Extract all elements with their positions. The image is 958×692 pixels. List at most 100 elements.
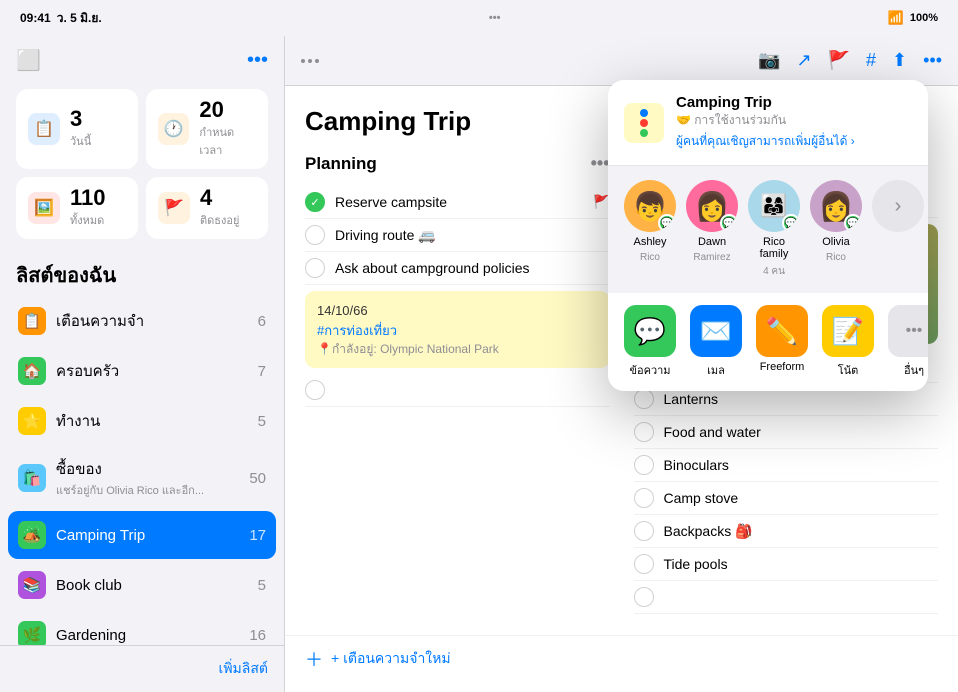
note-footer: ＋ + เตือนความจำใหม่ bbox=[285, 635, 958, 692]
app-label-mail: เมล bbox=[707, 361, 725, 379]
app-mail[interactable]: ✉️ เมล bbox=[690, 305, 742, 379]
sidebar-footer: เพิ่มลิสต์ bbox=[0, 645, 284, 692]
add-reminder-text[interactable]: + เตือนความจำใหม่ bbox=[331, 648, 451, 670]
note-card-location: 📍กำลังอยู่: Olympic National Park bbox=[317, 340, 598, 358]
checkbox-camp-stove[interactable] bbox=[634, 488, 654, 508]
checklist-text-lanterns: Lanterns bbox=[664, 391, 939, 407]
stat-all-icon: 🖼️ bbox=[28, 192, 60, 224]
app-notes[interactable]: 📝 โน้ต bbox=[822, 305, 874, 379]
stat-flagged[interactable]: 🚩 4 ติดธงอยู่ bbox=[146, 177, 268, 239]
list-count-work: 5 bbox=[258, 413, 266, 430]
avatar-more[interactable]: › bbox=[872, 180, 924, 279]
avatar-badge-dawn: 💬 bbox=[720, 214, 738, 232]
note-card-hashtag: #การท่องเที่ยว bbox=[317, 321, 598, 341]
list-count-gardening: 16 bbox=[249, 627, 266, 644]
checkbox-tidepools[interactable] bbox=[634, 554, 654, 574]
add-reminder-icon[interactable]: ＋ bbox=[305, 646, 323, 672]
checklist-text-backpacks: Backpacks 🎒 bbox=[664, 523, 939, 540]
checklist-text-tidepools: Tide pools bbox=[664, 556, 939, 572]
camera-icon[interactable]: 📷 bbox=[758, 50, 780, 71]
app-label-notes: โน้ต bbox=[838, 361, 859, 379]
list-count-camping: 17 bbox=[249, 527, 266, 544]
list-count-shopping: 50 bbox=[249, 470, 266, 487]
planning-item-0: ✓ Reserve campsite 🚩 bbox=[305, 186, 610, 219]
list-icon-family: 🏠 bbox=[18, 357, 46, 385]
avatar-olivia[interactable]: 👩 💬 Olivia Rico bbox=[810, 180, 862, 279]
checkbox-driving[interactable] bbox=[305, 225, 325, 245]
packing-item-4: Binoculars bbox=[634, 449, 939, 482]
checkbox-add[interactable] bbox=[634, 587, 654, 607]
avatar-name-olivia: Olivia bbox=[822, 236, 850, 248]
list-item-gardening[interactable]: 🌿 Gardening 16 bbox=[8, 611, 276, 645]
checklist-text-reserve: Reserve campsite bbox=[335, 194, 583, 210]
list-label-work: ทำงาน bbox=[56, 409, 258, 433]
checkbox-food[interactable] bbox=[634, 422, 654, 442]
app-label-messages: ข้อความ bbox=[629, 361, 670, 379]
checklist-text-food: Food and water bbox=[664, 424, 939, 440]
checklist-text-campground: Ask about campground policies bbox=[335, 260, 610, 276]
sidebar-toggle-icon[interactable]: ⬜ bbox=[16, 48, 41, 73]
sidebar-header: ⬜ ••• bbox=[0, 36, 284, 81]
list-item-work[interactable]: ⭐ ทำงาน 5 bbox=[8, 397, 276, 445]
checkbox-backpacks[interactable] bbox=[634, 521, 654, 541]
list-label-shopping: ซื้อของ bbox=[56, 457, 249, 481]
battery-label: 100% bbox=[910, 12, 938, 24]
app-messages[interactable]: 💬 ข้อความ bbox=[624, 305, 676, 379]
app-icon-mail: ✉️ bbox=[690, 305, 742, 357]
app-more[interactable]: ••• อื่นๆ bbox=[888, 305, 928, 379]
list-item-shopping[interactable]: 🛍️ ซื้อของ แชร์อยู่กับ Olivia Rico และอี… bbox=[8, 447, 276, 509]
list-item-family[interactable]: 🏠 ครอบครัว 7 bbox=[8, 347, 276, 395]
share-icon[interactable]: ⬆ bbox=[892, 50, 907, 71]
stat-scheduled[interactable]: 🕐 20 กำหนดเวลา bbox=[146, 89, 268, 169]
app-icon-more: ••• bbox=[888, 305, 928, 357]
planning-header: Planning ••• bbox=[305, 153, 610, 174]
location-icon[interactable]: ↗ bbox=[796, 50, 811, 71]
avatar-name-ricofamily: Rico family bbox=[748, 236, 800, 260]
my-lists-title: ลิสต์ของฉัน bbox=[0, 247, 284, 297]
more-options-icon[interactable]: ••• bbox=[923, 50, 942, 71]
avatar-dawn[interactable]: 👩 💬 Dawn Ramirez bbox=[686, 180, 738, 279]
list-label-camping: Camping Trip bbox=[56, 527, 249, 544]
avatar-circle-olivia: 👩 💬 bbox=[810, 180, 862, 232]
checklist-text-driving: Driving route 🚐 bbox=[335, 227, 610, 244]
status-center: ••• bbox=[489, 12, 501, 24]
avatar-ricofamily[interactable]: 👨‍👩‍👧 💬 Rico family 4 คน bbox=[748, 180, 800, 279]
planning-more-icon[interactable]: ••• bbox=[591, 153, 610, 174]
flag-icon[interactable]: 🚩 bbox=[828, 50, 850, 71]
share-note-info: Camping Trip 🤝 การใช้งานร่วมกัน ผู้คนที่… bbox=[676, 94, 912, 151]
stat-all-number: 110 bbox=[70, 187, 106, 209]
stat-today-icon: 📋 bbox=[28, 113, 60, 145]
toolbar-right: 📷 ↗ 🚩 # ⬆ ••• bbox=[758, 50, 942, 71]
stat-today[interactable]: 📋 3 วันนี้ bbox=[16, 89, 138, 169]
add-list-button[interactable]: เพิ่มลิสต์ bbox=[219, 658, 268, 680]
hashtag-icon[interactable]: # bbox=[866, 50, 876, 71]
checkbox-reserve[interactable]: ✓ bbox=[305, 192, 325, 212]
share-collab-link[interactable]: ผู้คนที่คุณเชิญสามารถเพิ่มผู้อื่นได้ › bbox=[676, 132, 912, 151]
list-label-reminders: เตือนความจำ bbox=[56, 309, 258, 333]
avatar-badge-olivia: 💬 bbox=[844, 214, 862, 232]
avatar-subname-ricofamily: 4 คน bbox=[763, 264, 785, 279]
list-item-camping[interactable]: 🏕️ Camping Trip 17 bbox=[8, 511, 276, 559]
app-icon-messages: 💬 bbox=[624, 305, 676, 357]
checkbox-binoculars[interactable] bbox=[634, 455, 654, 475]
status-right: 📶 100% bbox=[888, 10, 938, 26]
list-label-shopping-container: ซื้อของ แชร์อยู่กับ Olivia Rico และอีก..… bbox=[56, 457, 249, 499]
sidebar-more-icon[interactable]: ••• bbox=[247, 49, 268, 72]
checkbox-lanterns[interactable] bbox=[634, 389, 654, 409]
checkbox-extra[interactable] bbox=[305, 380, 325, 400]
planning-column: Planning ••• ✓ Reserve campsite 🚩 Drivin… bbox=[305, 153, 610, 614]
app-freeform[interactable]: ✏️ Freeform bbox=[756, 305, 808, 379]
stat-scheduled-icon: 🕐 bbox=[158, 113, 189, 145]
share-header: Camping Trip 🤝 การใช้งานร่วมกัน ผู้คนที่… bbox=[608, 80, 928, 166]
stat-all[interactable]: 🖼️ 110 ทั้งหมด bbox=[16, 177, 138, 239]
list-item-bookclub[interactable]: 📚 Book club 5 bbox=[8, 561, 276, 609]
avatar-subname-dawn: Ramirez bbox=[693, 252, 730, 263]
status-date: ว. 5 มิ.ย. bbox=[57, 9, 102, 28]
avatar-subname-olivia: Rico bbox=[826, 252, 846, 263]
app-label-more: อื่นๆ bbox=[904, 361, 924, 379]
packing-item-7: Tide pools bbox=[634, 548, 939, 581]
list-item-reminders[interactable]: 📋 เตือนความจำ 6 bbox=[8, 297, 276, 345]
checklist-text-camp-stove: Camp stove bbox=[664, 490, 939, 506]
checkbox-campground[interactable] bbox=[305, 258, 325, 278]
avatar-ashley[interactable]: 👦 💬 Ashley Rico bbox=[624, 180, 676, 279]
